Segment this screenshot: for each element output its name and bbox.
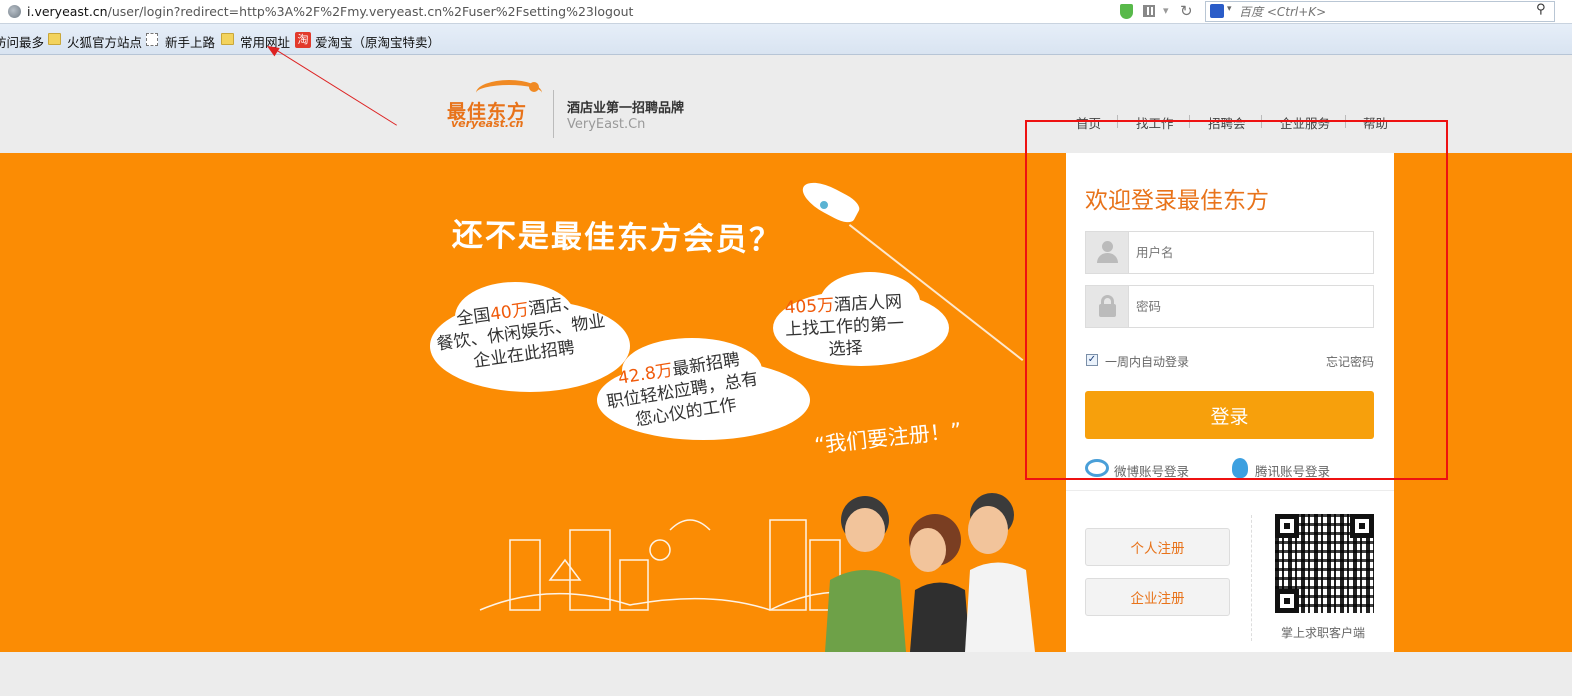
search-input[interactable] — [1239, 3, 1529, 20]
qr-code-image — [1275, 514, 1374, 613]
url-text[interactable]: i.veryeast.cn/user/login?redirect=http%3… — [27, 4, 633, 19]
shield-icon[interactable] — [1120, 4, 1133, 19]
chevron-down-icon[interactable]: ▾ — [1227, 4, 1232, 14]
logo-domain[interactable]: veryeast.cn — [451, 117, 523, 130]
taobao-icon: 淘 — [295, 32, 311, 48]
url-bar[interactable]: i.veryeast.cn/user/login?redirect=http%3… — [0, 0, 1572, 24]
folder-icon — [221, 33, 234, 45]
page-icon — [146, 33, 158, 46]
search-engine-icon[interactable] — [1210, 4, 1224, 18]
banner-headline: 还不是最佳东方会员？ — [451, 217, 783, 259]
chevron-down-icon[interactable]: ▾ — [1163, 4, 1169, 17]
cloud-text-3: 405万酒店人网 上找工作的第一 选择 — [784, 291, 905, 360]
globe-icon — [8, 5, 21, 18]
bookmark-firefox-site[interactable]: 火狐官方站点 — [67, 32, 142, 51]
personal-register-button[interactable]: 个人注册 — [1085, 528, 1230, 566]
slogan: 酒店业第一招聘品牌 — [567, 101, 685, 116]
page-footer-strip — [0, 652, 1572, 696]
city-illustration — [479, 493, 1035, 652]
people-illustration — [825, 493, 1035, 652]
divider — [1066, 490, 1394, 491]
rocket-window — [818, 199, 830, 211]
divider — [553, 90, 554, 138]
annotation-highlight-box — [1025, 120, 1448, 480]
qr-caption: 掌上求职客户端 — [1281, 626, 1366, 640]
logo-dot-icon — [529, 82, 539, 92]
bookmarks-toolbar: 访问最多 火狐官方站点 新手上路 常用网址 淘 爱淘宝（原淘宝特卖） — [0, 24, 1572, 55]
company-register-button[interactable]: 企业注册 — [1085, 578, 1230, 616]
qr-code-icon[interactable] — [1143, 5, 1155, 17]
reload-icon[interactable]: ↻ — [1180, 2, 1193, 20]
bookmark-most-visited[interactable]: 访问最多 — [0, 32, 44, 51]
search-icon[interactable]: ⚲ — [1536, 2, 1546, 17]
search-bar[interactable]: ▾ ⚲ — [1205, 1, 1555, 22]
bookmark-getting-started[interactable]: 新手上路 — [165, 32, 215, 51]
folder-icon — [48, 33, 61, 45]
divider — [1251, 515, 1252, 641]
bookmark-taobao[interactable]: 爱淘宝（原淘宝特卖） — [315, 32, 440, 51]
site-domain: VeryEast.Cn — [567, 117, 646, 132]
